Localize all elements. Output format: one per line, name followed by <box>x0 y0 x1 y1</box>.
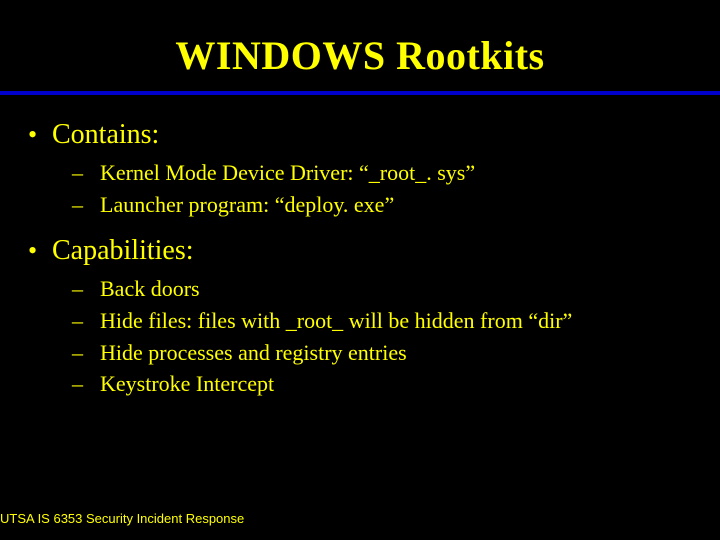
bullet-icon: • <box>28 236 52 266</box>
slide-footer: UTSA IS 6353 Security Incident Response <box>0 511 244 526</box>
level1-label: Capabilities: <box>52 235 194 267</box>
bullet-list-level2: – Kernel Mode Device Driver: “_root_. sy… <box>28 157 692 221</box>
slide-content: • Contains: – Kernel Mode Device Driver:… <box>0 95 720 400</box>
level1-label: Contains: <box>52 119 159 151</box>
list-item: – Keystroke Intercept <box>72 368 692 400</box>
list-item: – Back doors <box>72 273 692 305</box>
level1-row: • Capabilities: <box>28 235 692 267</box>
bullet-list-level1: • Contains: – Kernel Mode Device Driver:… <box>28 119 692 400</box>
dash-icon: – <box>72 368 100 400</box>
slide-title: WINDOWS Rootkits <box>0 32 720 79</box>
title-area: WINDOWS Rootkits <box>0 0 720 87</box>
dash-icon: – <box>72 305 100 337</box>
bullet-list-level2: – Back doors – Hide files: files with _r… <box>28 273 692 401</box>
level2-label: Hide files: files with _root_ will be hi… <box>100 305 572 337</box>
list-item: • Contains: – Kernel Mode Device Driver:… <box>28 119 692 221</box>
dash-icon: – <box>72 273 100 305</box>
level2-label: Keystroke Intercept <box>100 368 274 400</box>
dash-icon: – <box>72 189 100 221</box>
level1-row: • Contains: <box>28 119 692 151</box>
list-item: – Hide files: files with _root_ will be … <box>72 305 692 337</box>
dash-icon: – <box>72 337 100 369</box>
list-item: – Launcher program: “deploy. exe” <box>72 189 692 221</box>
level2-label: Launcher program: “deploy. exe” <box>100 189 394 221</box>
dash-icon: – <box>72 157 100 189</box>
list-item: – Hide processes and registry entries <box>72 337 692 369</box>
bullet-icon: • <box>28 120 52 150</box>
level2-label: Back doors <box>100 273 200 305</box>
level2-label: Hide processes and registry entries <box>100 337 407 369</box>
level2-label: Kernel Mode Device Driver: “_root_. sys” <box>100 157 475 189</box>
list-item: – Kernel Mode Device Driver: “_root_. sy… <box>72 157 692 189</box>
list-item: • Capabilities: – Back doors – Hide file… <box>28 235 692 401</box>
